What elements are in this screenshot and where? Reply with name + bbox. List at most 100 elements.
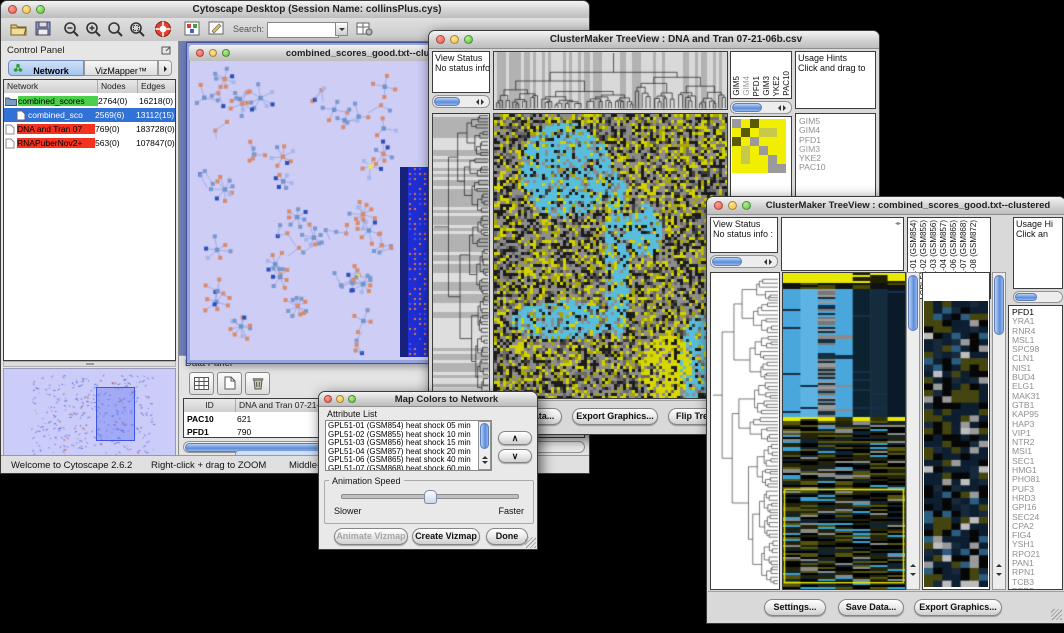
zoom-out-icon[interactable] bbox=[63, 21, 80, 37]
network-row-rnapuber[interactable]: RNAPuberNov2+ 563(0) 107847(0) bbox=[4, 136, 175, 150]
close-button[interactable] bbox=[436, 35, 445, 44]
attribute-list[interactable]: GPL51-01 (GSM854) heat shock 05 minGPL51… bbox=[325, 420, 492, 471]
float-panel-icon[interactable] bbox=[161, 45, 172, 55]
new-attribute-button[interactable] bbox=[217, 372, 242, 395]
zoom-button[interactable] bbox=[464, 35, 473, 44]
tv2-global-vscrollbar[interactable] bbox=[906, 272, 920, 590]
tv2-column-dendrogram[interactable]: ◂▸ bbox=[781, 217, 904, 271]
data-col-id[interactable]: ID bbox=[184, 399, 236, 412]
minimize-button[interactable] bbox=[450, 35, 459, 44]
scrollbar-thumb[interactable] bbox=[712, 257, 742, 266]
col-nodes[interactable]: Nodes bbox=[98, 80, 138, 93]
zoom-button[interactable] bbox=[222, 49, 230, 57]
scrollbar-thumb[interactable] bbox=[480, 423, 489, 449]
move-up-button[interactable]: ∧ bbox=[498, 431, 532, 445]
tv2-global-heatmap[interactable] bbox=[782, 272, 906, 590]
scroll-up-arrow[interactable] bbox=[482, 453, 488, 459]
scrollbar-thumb[interactable] bbox=[908, 275, 918, 331]
tv2-zoom-heatmap-panel[interactable] bbox=[922, 272, 990, 590]
create-vizmap-button[interactable]: Create Vizmap bbox=[412, 528, 480, 545]
resize-grip[interactable] bbox=[1051, 609, 1062, 620]
tv1-column-dendrogram[interactable] bbox=[493, 51, 728, 110]
export-graphics-button[interactable]: Export Graphics... bbox=[572, 408, 658, 425]
treeview1-title-bar[interactable]: ClusterMaker TreeView : DNA and Tran 07-… bbox=[429, 31, 879, 49]
search-input[interactable] bbox=[267, 22, 339, 38]
scroll-up-arrow[interactable] bbox=[996, 561, 1002, 567]
table-tool-icon[interactable] bbox=[356, 21, 373, 36]
tv2-status-scrollbar[interactable] bbox=[710, 255, 778, 268]
scrollbar-thumb[interactable] bbox=[434, 97, 460, 106]
scrollbar-thumb[interactable] bbox=[732, 103, 762, 112]
open-session-icon[interactable] bbox=[10, 21, 27, 36]
delete-attribute-button[interactable] bbox=[245, 372, 270, 395]
attribute-list-vscrollbar[interactable] bbox=[478, 421, 491, 470]
panel-splitter[interactable] bbox=[3, 361, 176, 367]
dialog-title-bar[interactable]: Map Colors to Network bbox=[319, 392, 537, 407]
scrollbar-thumb[interactable] bbox=[994, 275, 1004, 335]
save-data-button[interactable]: Save Data... bbox=[838, 599, 904, 616]
scroll-left-arrow[interactable] bbox=[473, 99, 479, 105]
minimize-button[interactable] bbox=[336, 395, 344, 403]
minimize-button[interactable] bbox=[728, 201, 737, 210]
resize-grip[interactable] bbox=[525, 537, 536, 548]
scroll-left-arrow[interactable] bbox=[761, 259, 767, 265]
speed-slider[interactable] bbox=[341, 494, 519, 499]
network-row-dna-tran[interactable]: DNA and Tran 07 769(0) 183728(0) bbox=[4, 122, 175, 136]
annotation-icon[interactable] bbox=[208, 21, 225, 36]
col-edges[interactable]: Edges bbox=[138, 80, 175, 93]
done-button[interactable]: Done bbox=[486, 528, 528, 545]
tv2-zoom-vscrollbar[interactable] bbox=[992, 272, 1006, 590]
help-lifering-icon[interactable] bbox=[154, 20, 172, 38]
zoom-button[interactable] bbox=[36, 5, 45, 14]
tv1-global-heatmap[interactable] bbox=[493, 113, 728, 399]
attribute-select-button[interactable] bbox=[189, 372, 214, 395]
network-overview[interactable] bbox=[3, 368, 176, 460]
tv1-zoom-heatmap[interactable] bbox=[732, 119, 786, 173]
scroll-left-arrow[interactable] bbox=[775, 105, 781, 111]
tab-vizmapper[interactable]: VizMapper™ bbox=[84, 60, 158, 76]
main-title-bar[interactable]: Cytoscape Desktop (Session Name: collins… bbox=[1, 1, 589, 19]
vizmap-icon[interactable] bbox=[184, 21, 200, 36]
zoom-button[interactable] bbox=[742, 201, 751, 210]
heatmap-cell bbox=[759, 119, 768, 128]
network-row-combined-sco[interactable]: combined_sco 2569(6) 13112(15) bbox=[4, 108, 175, 122]
tab-overflow-button[interactable] bbox=[158, 60, 172, 76]
slider-thumb[interactable] bbox=[424, 490, 437, 504]
tv1-status-scrollbar[interactable] bbox=[432, 95, 490, 108]
settings-button[interactable]: Settings... bbox=[764, 599, 826, 616]
col-network[interactable]: Network bbox=[4, 80, 98, 93]
zoom-button[interactable] bbox=[348, 395, 356, 403]
close-button[interactable] bbox=[8, 5, 17, 14]
scroll-down-arrow[interactable] bbox=[482, 461, 488, 467]
scroll-right-arrow[interactable] bbox=[481, 99, 487, 105]
tv2-hints-scrollbar[interactable] bbox=[1013, 291, 1063, 303]
tv2-gene-dendrogram[interactable] bbox=[710, 272, 780, 590]
network-row-combined-scores[interactable]: combined_scores 2764(0) 16218(0) bbox=[4, 94, 175, 108]
tv1-zoom-hscrollbar[interactable] bbox=[730, 101, 792, 114]
zoom-selected-icon[interactable] bbox=[107, 21, 124, 37]
close-button[interactable] bbox=[196, 49, 204, 57]
move-down-button[interactable]: ∨ bbox=[498, 449, 532, 463]
scrollbar-thumb[interactable] bbox=[1015, 293, 1037, 301]
view-status-title: View Status bbox=[433, 52, 489, 63]
zoom-fit-icon[interactable] bbox=[129, 21, 146, 37]
scroll-right-arrow[interactable] bbox=[783, 105, 789, 111]
zoom-in-icon[interactable] bbox=[85, 21, 102, 37]
scroll-down-arrow[interactable] bbox=[996, 573, 1002, 579]
minimize-button[interactable] bbox=[209, 49, 217, 57]
save-session-icon[interactable] bbox=[35, 21, 51, 36]
treeview2-title-bar[interactable]: ClusterMaker TreeView : combined_scores_… bbox=[707, 197, 1064, 215]
minimize-button[interactable] bbox=[22, 5, 31, 14]
animate-vizmap-button[interactable]: Animate Vizmap bbox=[334, 528, 408, 545]
tv1-gene-dendrogram[interactable] bbox=[432, 113, 490, 399]
search-dropdown-button[interactable] bbox=[335, 22, 348, 36]
overview-selection-rect[interactable] bbox=[96, 387, 135, 441]
close-button[interactable] bbox=[324, 395, 332, 403]
scroll-up-arrow[interactable] bbox=[910, 561, 916, 567]
close-button[interactable] bbox=[714, 201, 723, 210]
export-graphics-button[interactable]: Export Graphics... bbox=[914, 599, 1002, 616]
scroll-right-arrow[interactable] bbox=[769, 259, 775, 265]
tab-network[interactable]: Network bbox=[8, 60, 84, 76]
attribute-item[interactable]: GPL51-07 (GSM868) heat shock 60 min bbox=[326, 465, 491, 471]
scroll-down-arrow[interactable] bbox=[910, 573, 916, 579]
